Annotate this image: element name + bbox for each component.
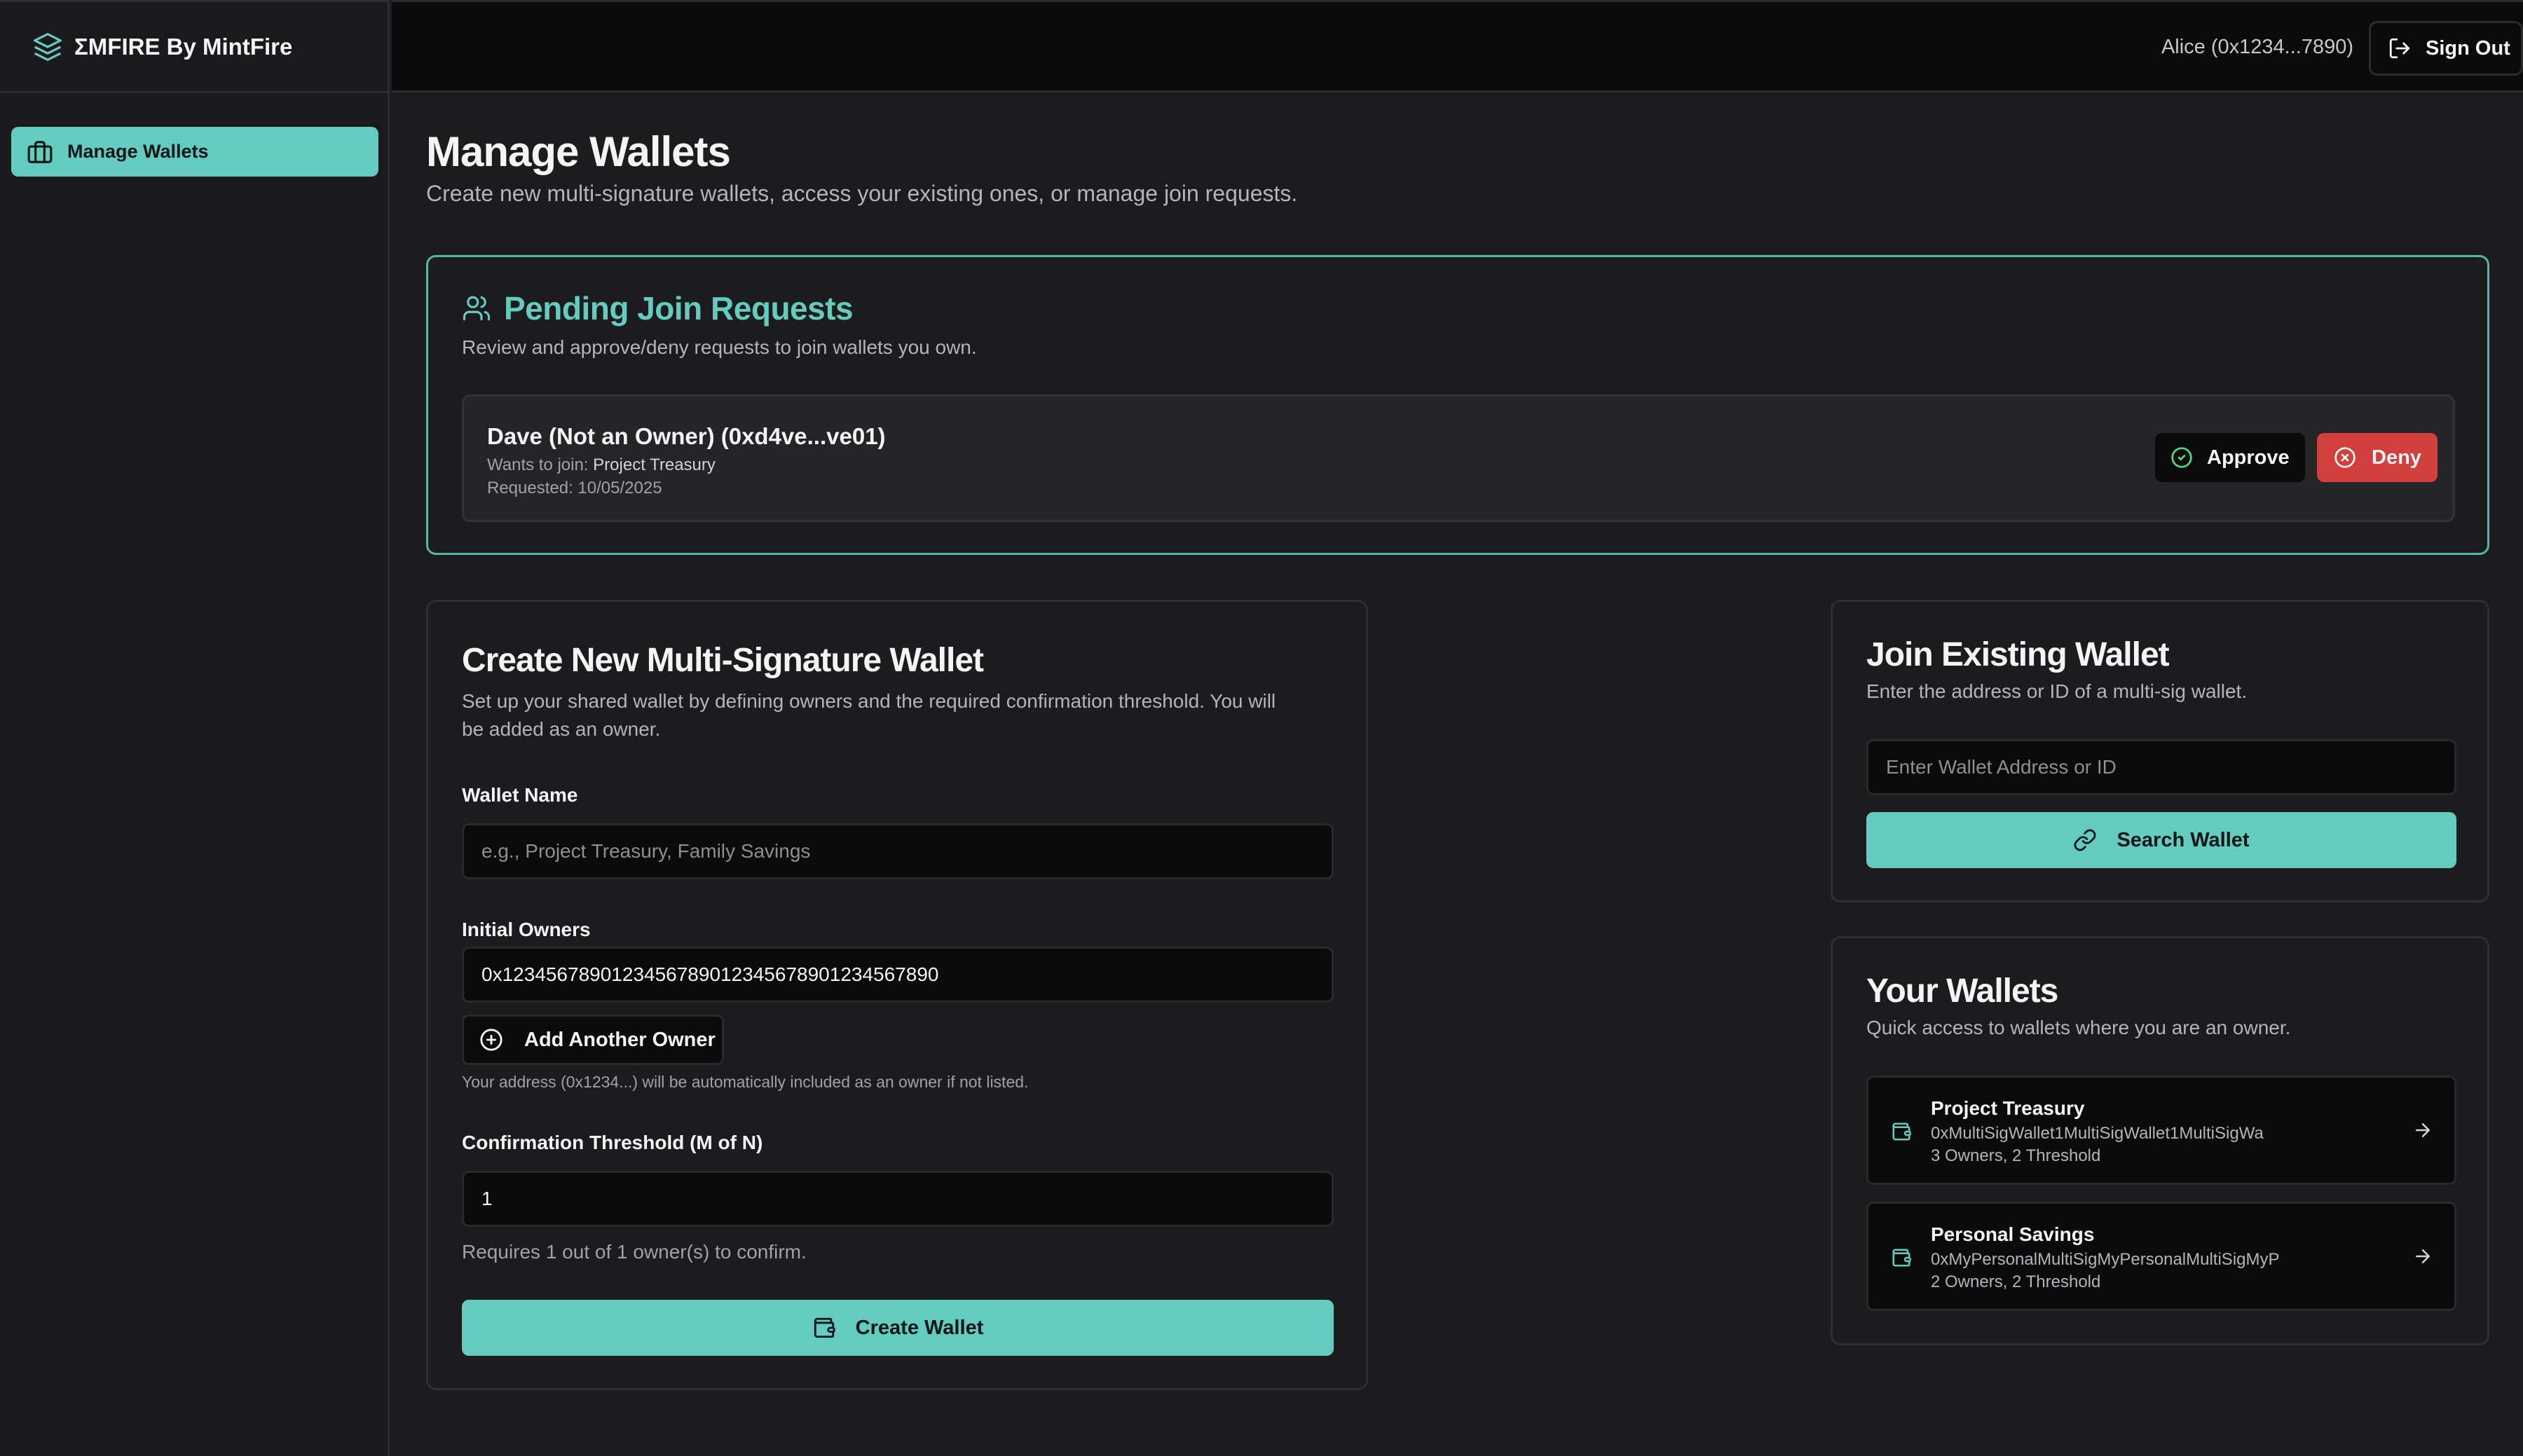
add-owner-label: Add Another Owner bbox=[524, 1028, 716, 1051]
your-wallets-subtitle: Quick access to wallets where you are an… bbox=[1866, 1017, 2291, 1038]
sign-out-button[interactable]: Sign Out bbox=[2369, 21, 2523, 76]
wallet-meta: 2 Owners, 2 Threshold bbox=[1931, 1272, 2101, 1291]
join-wallet-subtitle: Enter the address or ID of a multi-sig w… bbox=[1866, 680, 2248, 702]
threshold-hint: Requires 1 out of 1 owner(s) to confirm. bbox=[462, 1241, 807, 1263]
approve-label: Approve bbox=[2207, 446, 2290, 469]
requester-name: Dave (Not an Owner) (0xd4ve...ve01) bbox=[487, 423, 886, 449]
pending-subtitle: Review and approve/deny requests to join… bbox=[462, 336, 977, 358]
deny-button[interactable]: Deny bbox=[2317, 433, 2437, 482]
sidebar: ΣMFIRE By MintFire Manage Wallets bbox=[0, 0, 390, 1456]
approve-button[interactable]: Approve bbox=[2155, 433, 2305, 482]
request-target-wallet: Project Treasury bbox=[593, 455, 716, 474]
topbar: Alice (0x1234...7890) Sign Out bbox=[392, 0, 2523, 92]
wallet-list-item[interactable]: Project Treasury 0xMultiSigWallet1MultiS… bbox=[1866, 1076, 2456, 1185]
arrow-right-icon bbox=[2412, 1120, 2433, 1141]
wallet-address-input[interactable]: Enter Wallet Address or ID bbox=[1866, 739, 2456, 795]
page-subtitle: Create new multi-signature wallets, acce… bbox=[426, 181, 1298, 206]
wallet-name: Project Treasury bbox=[1931, 1097, 2085, 1119]
wallet-icon bbox=[812, 1316, 836, 1340]
initial-owners-label: Initial Owners bbox=[462, 919, 591, 940]
create-wallet-title: Create New Multi-Signature Wallet bbox=[462, 642, 984, 679]
search-wallet-label: Search Wallet bbox=[2117, 828, 2250, 851]
join-wallet-title: Join Existing Wallet bbox=[1866, 636, 2170, 673]
join-request-item: Dave (Not an Owner) (0xd4ve...ve01) Want… bbox=[462, 394, 2455, 522]
create-wallet-label: Create Wallet bbox=[855, 1316, 984, 1339]
owner-address-input[interactable]: 0x12345678901234567890123456789012345678… bbox=[462, 947, 1334, 1003]
plus-circle-icon bbox=[479, 1028, 503, 1052]
sidebar-item-manage-wallets[interactable]: Manage Wallets bbox=[11, 127, 378, 177]
wallet-icon bbox=[1891, 1121, 1912, 1142]
wallet-address: 0xMultiSigWallet1MultiSigWallet1MultiSig… bbox=[1931, 1124, 2264, 1143]
request-date: Requested: 10/05/2025 bbox=[487, 479, 662, 497]
wallet-name: Personal Savings bbox=[1931, 1223, 2095, 1245]
create-wallet-subtitle-line2: be added as an owner. bbox=[462, 718, 661, 740]
check-circle-icon bbox=[2170, 446, 2193, 469]
request-target: Wants to join: Project Treasury bbox=[487, 455, 716, 475]
pending-join-requests-card: Pending Join Requests Review and approve… bbox=[426, 255, 2489, 555]
brand-title: ΣMFIRE By MintFire bbox=[74, 33, 293, 60]
sign-out-label: Sign Out bbox=[2426, 36, 2510, 60]
wallet-address: 0xMyPersonalMultiSigMyPersonalMultiSigMy… bbox=[1931, 1250, 2280, 1269]
threshold-input[interactable]: 1 bbox=[462, 1171, 1334, 1227]
join-wallet-card: Join Existing Wallet Enter the address o… bbox=[1831, 600, 2489, 902]
create-wallet-card: Create New Multi-Signature Wallet Set up… bbox=[426, 600, 1368, 1390]
threshold-label: Confirmation Threshold (M of N) bbox=[462, 1132, 763, 1153]
page-title: Manage Wallets bbox=[426, 128, 731, 175]
arrow-right-icon bbox=[2412, 1246, 2433, 1267]
user-account-label: Alice (0x1234...7890) bbox=[2161, 36, 2353, 58]
users-icon bbox=[462, 294, 491, 323]
wallet-icon bbox=[1891, 1247, 1912, 1268]
deny-label: Deny bbox=[2372, 446, 2421, 469]
x-circle-icon bbox=[2334, 446, 2356, 469]
brand[interactable]: ΣMFIRE By MintFire bbox=[0, 2, 388, 93]
wallet-list-item[interactable]: Personal Savings 0xMyPersonalMultiSigMyP… bbox=[1866, 1202, 2456, 1311]
wallet-meta: 3 Owners, 2 Threshold bbox=[1931, 1146, 2101, 1165]
create-wallet-subtitle-line1: Set up your shared wallet by defining ow… bbox=[462, 690, 1276, 712]
owner-hint: Your address (0x1234...) will be automat… bbox=[462, 1073, 1029, 1091]
add-owner-button[interactable]: Add Another Owner bbox=[462, 1015, 724, 1065]
wallet-name-label: Wallet Name bbox=[462, 784, 578, 806]
link-icon bbox=[2073, 828, 2097, 852]
search-wallet-button[interactable]: Search Wallet bbox=[1866, 812, 2456, 868]
log-out-icon bbox=[2388, 36, 2412, 60]
your-wallets-card: Your Wallets Quick access to wallets whe… bbox=[1831, 936, 2489, 1345]
briefcase-icon bbox=[27, 139, 53, 165]
layers-icon bbox=[32, 32, 63, 62]
pending-header: Pending Join Requests bbox=[462, 289, 854, 327]
wallet-name-input[interactable]: e.g., Project Treasury, Family Savings bbox=[462, 823, 1334, 879]
create-wallet-button[interactable]: Create Wallet bbox=[462, 1300, 1334, 1356]
pending-title: Pending Join Requests bbox=[504, 290, 854, 327]
request-target-prefix: Wants to join: bbox=[487, 455, 594, 474]
your-wallets-title: Your Wallets bbox=[1866, 973, 2058, 1010]
sidebar-item-label: Manage Wallets bbox=[67, 141, 209, 162]
